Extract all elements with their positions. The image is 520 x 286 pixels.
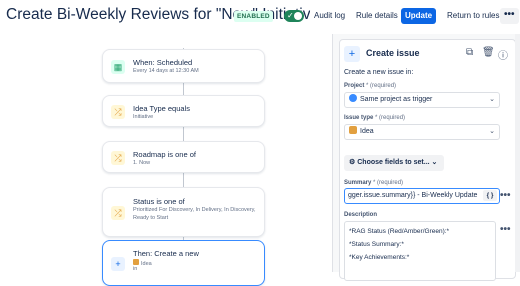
config-panel: + Create issue ⧉ 🗑 ⓘ Create a new issue … bbox=[332, 34, 520, 281]
required-text: * (required) bbox=[375, 115, 406, 121]
help-icon[interactable]: ⓘ bbox=[498, 47, 508, 62]
description-line: *RAG Status (Red/Amber/Green):* bbox=[349, 228, 450, 235]
idea-icon bbox=[133, 259, 139, 265]
create-issue-card: + Create issue ⧉ 🗑 ⓘ Create a new issue … bbox=[339, 39, 516, 281]
node-subtitle: Every 14 days at 12:30 AM bbox=[133, 68, 199, 74]
header-bar: Create Bi-Weekly Reviews for "Now" Initi… bbox=[0, 0, 520, 34]
gear-icon: ⚙ bbox=[349, 159, 356, 166]
summary-input[interactable]: gger.issue.summary}} - Bi-Weekly Update … bbox=[344, 188, 500, 204]
condition-node[interactable]: ⤮ Idea Type equals Initiative bbox=[102, 95, 265, 127]
calendar-icon: ▦ bbox=[111, 60, 125, 74]
choose-fields-label: Choose fields to set... bbox=[357, 159, 430, 166]
update-button[interactable]: Update bbox=[401, 8, 437, 24]
project-select[interactable]: Same project as trigger ⌄ bbox=[344, 92, 500, 108]
node-title: Roadmap is one of bbox=[133, 150, 196, 159]
node-title: Idea Type equals bbox=[133, 104, 190, 113]
condition-icon: ⤮ bbox=[111, 105, 125, 119]
node-subtitle: Initiative bbox=[133, 114, 154, 120]
description-label: Description bbox=[344, 212, 378, 218]
rule-canvas: ▦ When: Scheduled Every 14 days at 12:30… bbox=[0, 34, 332, 286]
issue-type-label: Issue type * (required) bbox=[344, 115, 405, 121]
project-label: Project * (required) bbox=[344, 83, 396, 89]
return-to-rules-button[interactable]: Return to rules bbox=[443, 8, 504, 24]
audit-log-button[interactable]: Audit log bbox=[310, 8, 350, 24]
description-more-icon[interactable]: ••• bbox=[500, 224, 511, 235]
smart-value-button[interactable]: { } bbox=[483, 190, 497, 201]
chevron-down-icon: ⌄ bbox=[431, 159, 438, 166]
choose-fields-button[interactable]: ⚙ Choose fields to set... ⌄ bbox=[344, 155, 444, 171]
trash-icon[interactable]: 🗑 bbox=[482, 47, 495, 58]
rule-details-button[interactable]: Rule details bbox=[352, 8, 402, 24]
intro-text: Create a new issue in: bbox=[344, 69, 414, 76]
globe-icon bbox=[349, 94, 357, 103]
enable-toggle[interactable]: ✓ bbox=[284, 10, 304, 22]
issue-type-value: Idea bbox=[360, 128, 374, 135]
summary-label-text: Summary bbox=[344, 180, 372, 186]
summary-more-icon[interactable]: ••• bbox=[500, 190, 511, 201]
issue-type-label-text: Issue type bbox=[344, 115, 374, 121]
node-title: Then: Create a new bbox=[133, 249, 199, 258]
duplicate-icon[interactable]: ⧉ bbox=[466, 47, 473, 58]
condition-node[interactable]: ⤮ Roadmap is one of 1. Now bbox=[102, 141, 265, 173]
project-label-text: Project bbox=[344, 83, 365, 89]
node-title: When: Scheduled bbox=[133, 58, 193, 67]
trigger-node[interactable]: ▦ When: Scheduled Every 14 days at 12:30… bbox=[102, 49, 265, 83]
more-actions-button[interactable]: ••• bbox=[500, 8, 519, 24]
page-title: Create Bi-Weekly Reviews for "Now" Initi… bbox=[6, 6, 327, 23]
panel-scrollbar[interactable] bbox=[515, 34, 520, 272]
action-node[interactable]: + Then: Create a new Idea in bbox=[102, 240, 265, 286]
panel-title: Create issue bbox=[366, 48, 420, 58]
status-badge: ENABLED bbox=[234, 11, 273, 22]
node-subtitle: Prioritized For Discovery, In Delivery, … bbox=[133, 207, 256, 221]
condition-icon: ⤮ bbox=[111, 151, 125, 165]
chevron-down-icon: ⌄ bbox=[489, 96, 495, 103]
summary-label: Summary * (required) bbox=[344, 180, 403, 186]
description-textarea[interactable]: *RAG Status (Red/Amber/Green):* *Status … bbox=[344, 221, 496, 281]
plus-icon: + bbox=[344, 46, 360, 62]
project-value: Same project as trigger bbox=[360, 96, 433, 103]
required-text: * (required) bbox=[373, 180, 404, 186]
node-subtitle: 1. Now bbox=[133, 160, 151, 166]
required-text: * (required) bbox=[366, 83, 397, 89]
summary-value: gger.issue.summary}} - Bi-Weekly Update bbox=[348, 192, 478, 199]
issue-type-select[interactable]: Idea ⌄ bbox=[344, 124, 500, 140]
description-line: *Key Achievements:* bbox=[349, 254, 410, 261]
node-title: Status is one of bbox=[133, 197, 185, 206]
chevron-down-icon: ⌄ bbox=[489, 128, 495, 135]
node-subtitle-2: in bbox=[133, 266, 138, 272]
description-line: *Status Summary:* bbox=[349, 241, 404, 248]
idea-icon bbox=[349, 126, 357, 135]
toggle-knob bbox=[294, 12, 302, 20]
check-icon: ✓ bbox=[287, 11, 294, 20]
plus-icon: + bbox=[111, 257, 125, 271]
condition-icon: ⤮ bbox=[111, 206, 125, 220]
condition-node[interactable]: ⤮ Status is one of Prioritized For Disco… bbox=[102, 187, 265, 237]
